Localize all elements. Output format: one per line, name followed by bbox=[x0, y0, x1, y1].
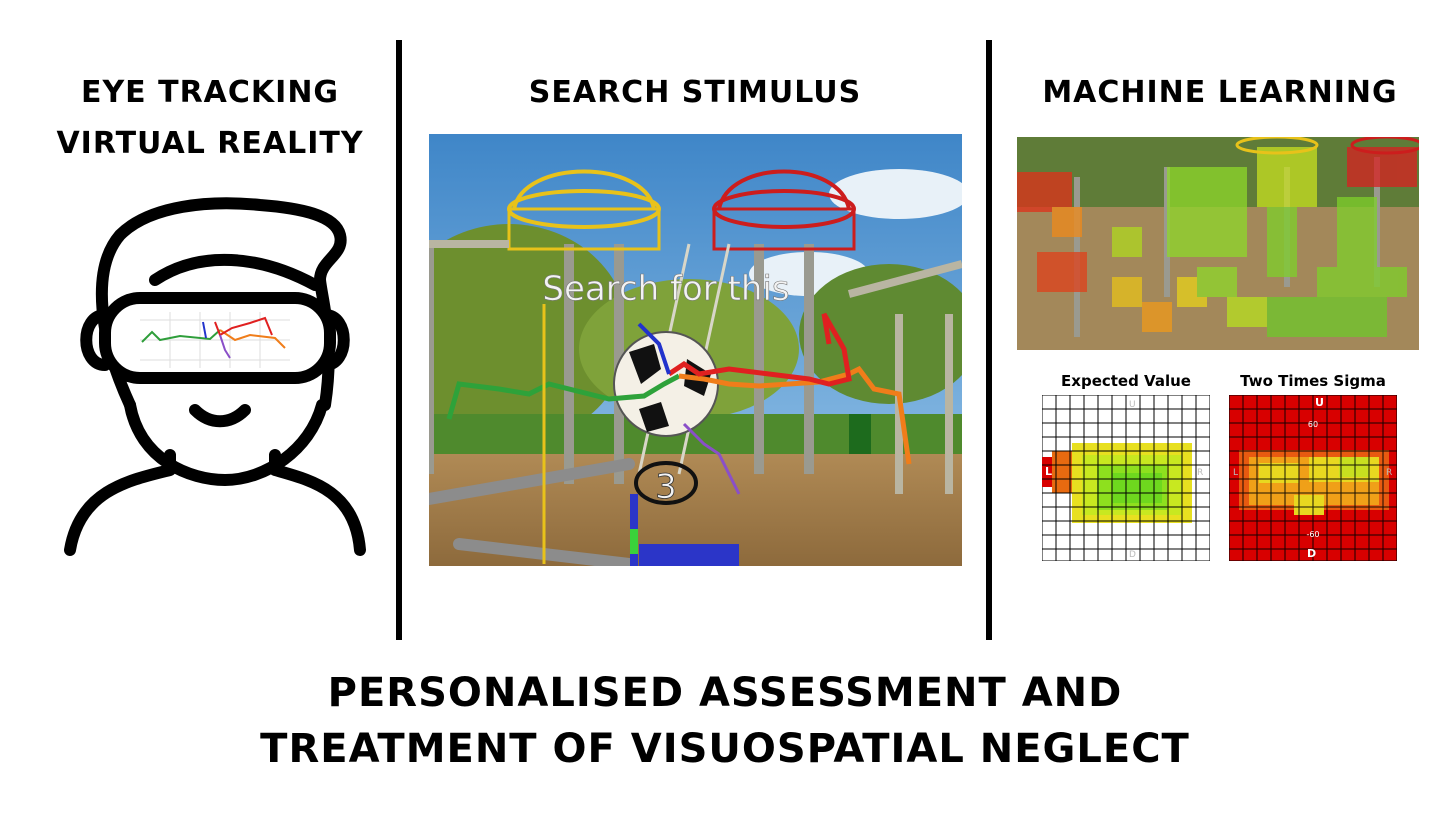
expected-value-label: Expected Value bbox=[1061, 372, 1191, 390]
divider-right bbox=[986, 40, 992, 640]
countdown-number: 3 bbox=[655, 467, 677, 507]
expected-marker-right: R bbox=[1197, 468, 1203, 478]
expected-value-heatmap: L R U D bbox=[1042, 395, 1210, 561]
expected-marker-down: D bbox=[1129, 550, 1136, 560]
sigma-marker-right: R bbox=[1386, 468, 1392, 478]
two-times-sigma-label: Two Times Sigma bbox=[1240, 372, 1386, 390]
sigma-marker-up: U bbox=[1315, 396, 1324, 409]
divider-left bbox=[396, 40, 402, 640]
sigma-marker-left: L bbox=[1233, 468, 1238, 478]
expected-marker-up: U bbox=[1129, 400, 1136, 410]
vr-headset-person-icon bbox=[64, 197, 366, 556]
sigma-marker-down: D bbox=[1307, 547, 1316, 560]
eye-tracking-title-line2: VIRTUAL REALITY bbox=[56, 126, 364, 161]
playground-scene-image: Search for this 3 bbox=[429, 134, 962, 566]
search-prompt-text: Search for this bbox=[542, 269, 789, 309]
footer-title: PERSONALISED ASSESSMENT AND TREATMENT OF… bbox=[150, 665, 1300, 777]
search-stimulus-scene: Search for this 3 bbox=[429, 134, 962, 566]
ml-prediction-scene bbox=[1017, 137, 1419, 350]
search-stimulus-title: SEARCH STIMULUS bbox=[528, 75, 862, 110]
expected-marker-left: L bbox=[1045, 465, 1052, 478]
machine-learning-title: MACHINE LEARNING bbox=[1042, 75, 1398, 110]
eye-tracking-title: EYE TRACKING VIRTUAL REALITY bbox=[40, 75, 380, 161]
two-times-sigma-heatmap: U 60 -60 L R D bbox=[1229, 395, 1397, 561]
sigma-tick-60: 60 bbox=[1308, 420, 1318, 429]
footer-title-line1: PERSONALISED ASSESSMENT AND bbox=[327, 670, 1123, 716]
sigma-tick-neg60: -60 bbox=[1306, 530, 1319, 539]
eye-tracking-title-line1: EYE TRACKING bbox=[80, 75, 340, 110]
playground-heat-overlay-image bbox=[1017, 137, 1419, 350]
footer-title-line2: TREATMENT OF VISUOSPATIAL NEGLECT bbox=[260, 726, 1190, 772]
